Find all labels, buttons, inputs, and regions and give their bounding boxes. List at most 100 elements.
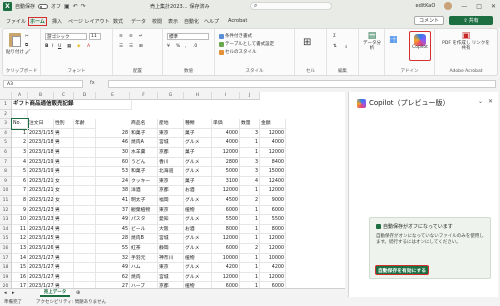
table-cell[interactable]: 12000 [260,128,286,139]
table-cell[interactable]: 男 [54,244,74,254]
table-cell[interactable]: 14 [12,253,28,264]
table-cell[interactable] [74,167,96,177]
table-cell[interactable]: 49 [96,215,130,225]
tab-formulas[interactable]: 数式 [113,18,123,25]
row-header[interactable]: 1 [0,100,12,110]
table-cell[interactable]: 6000 [212,244,240,254]
table-cell[interactable]: グルメ [184,138,212,148]
table-header-cell[interactable]: 金額 [260,119,286,129]
table-cell[interactable]: 15 [12,263,28,273]
file-name[interactable]: 売上集計2023... [150,3,188,10]
table-cell[interactable] [74,224,96,235]
row-header[interactable]: 10 [0,186,12,196]
row-header[interactable]: 2 [0,109,12,120]
table-cell[interactable]: 9000 [260,196,286,206]
table-header-cell[interactable]: 数量 [240,119,260,129]
autosave-toggle[interactable] [38,3,49,9]
table-cell[interactable]: 2023/1/21 [28,176,54,187]
column-header[interactable]: A [12,92,28,100]
row-header[interactable]: 9 [0,176,12,187]
table-cell[interactable]: 5500 [212,215,240,225]
table-cell[interactable]: 4000 [260,138,286,148]
table-cell[interactable] [74,215,96,225]
table-cell[interactable]: 東京 [158,176,184,187]
tab-help[interactable]: ヘルプ [204,18,219,25]
table-cell[interactable]: 12000 [212,272,240,283]
table-cell[interactable] [74,148,96,158]
row-header[interactable]: 4 [0,128,12,139]
table-cell[interactable]: 12400 [260,176,286,187]
table-cell[interactable]: 1 [240,272,260,283]
table-cell[interactable]: 2023/1/22 [28,196,54,206]
table-cell[interactable]: 4500 [212,196,240,206]
table-cell[interactable]: 京都 [158,186,184,196]
tab-review[interactable]: 校閲 [152,18,162,25]
table-header-cell[interactable]: 商品名 [130,119,158,129]
table-cell[interactable]: 男 [54,167,74,177]
table-cell[interactable]: 12000 [212,234,240,244]
table-cell[interactable]: 菓子 [184,148,212,158]
table-cell[interactable]: 観葉植物 [130,205,158,216]
table-cell[interactable]: グルメ [184,244,212,254]
table-cell[interactable]: 宮城 [158,272,184,283]
table-cell[interactable]: 16 [12,272,28,283]
column-header[interactable]: G [158,92,184,100]
column-header[interactable]: I [212,92,240,100]
underline-icon[interactable]: U [58,44,61,49]
table-header-cell[interactable]: 注文日 [28,119,54,129]
number-format-select[interactable]: 標準 [167,33,209,40]
table-cell[interactable]: 38 [96,186,130,196]
name-box[interactable]: A3 [3,80,83,88]
table-cell[interactable]: 男 [54,263,74,273]
align-top-icon[interactable]: ≡ [119,34,123,39]
table-cell[interactable]: 宮城 [158,234,184,244]
undo-icon[interactable]: ↶ [73,3,78,10]
table-cell[interactable]: 2023/1/18 [28,148,54,158]
create-pdf-button[interactable]: ▣ PDF を作成し リンクを共有 [441,31,491,52]
table-cell[interactable]: 2023/1/19 [28,157,54,168]
table-cell[interactable]: 和菓子 [130,167,158,177]
sort-filter-icon[interactable]: ⇅ [333,44,337,49]
table-cell[interactable]: 24 [96,176,130,187]
border-icon[interactable]: ▦ [67,44,71,49]
font-color-icon[interactable]: A [87,44,90,49]
table-cell[interactable]: 7 [12,186,28,196]
table-cell[interactable]: 12 [12,234,28,244]
font-size-select[interactable]: 11 [89,33,101,40]
table-cell[interactable]: 8000 [212,224,240,235]
paste-icon[interactable] [9,33,21,47]
merge-icon[interactable]: ⊞ [139,44,143,49]
table-cell[interactable]: 4200 [212,263,240,273]
spreadsheet-grid[interactable]: A B C D E F G H I J 1 2 3 4 5 6 7 8 9 10 11 12 13 14 15 16 17 18 19 2… [0,92,345,288]
table-cell[interactable]: 3100 [212,176,240,187]
share-button[interactable]: ⇪ 共有 [449,16,493,25]
redo-icon[interactable]: ↷ [81,3,86,10]
conditional-format-button[interactable]: 条件付き書式 [219,33,252,39]
row-header[interactable]: 7 [0,157,12,168]
row-header[interactable]: 17 [0,253,12,264]
table-cell[interactable]: 植物 [184,253,212,264]
cells-icon[interactable]: ⊞ [303,37,311,48]
table-cell[interactable] [74,272,96,283]
table-cell[interactable]: 10 [12,215,28,225]
tab-page-layout[interactable]: ページ レイアウト [68,18,110,25]
table-cell[interactable]: 10000 [260,253,286,264]
table-cell[interactable] [74,157,96,168]
table-cell[interactable]: 2 [240,196,260,206]
tab-acrobat[interactable]: Acrobat [228,18,247,24]
cut-icon[interactable]: ✂ [25,34,29,39]
wrap-text-icon[interactable]: ↵ [139,34,143,39]
table-cell[interactable]: 植物 [184,205,212,216]
table-cell[interactable]: 1 [240,148,260,158]
table-cell[interactable]: 福岡 [158,196,184,206]
table-cell[interactable]: 男 [54,234,74,244]
table-cell[interactable]: 45 [96,224,130,235]
table-cell[interactable]: 13 [12,244,28,254]
table-cell[interactable] [74,128,96,139]
table-cell[interactable]: 京都 [158,148,184,158]
table-cell[interactable]: 和菓子 [130,128,158,139]
table-cell[interactable]: 4000 [212,128,240,139]
table-cell[interactable]: 2023/1/24 [28,224,54,235]
tab-view[interactable]: 表示 [168,18,178,25]
table-cell[interactable]: お酒 [184,186,212,196]
